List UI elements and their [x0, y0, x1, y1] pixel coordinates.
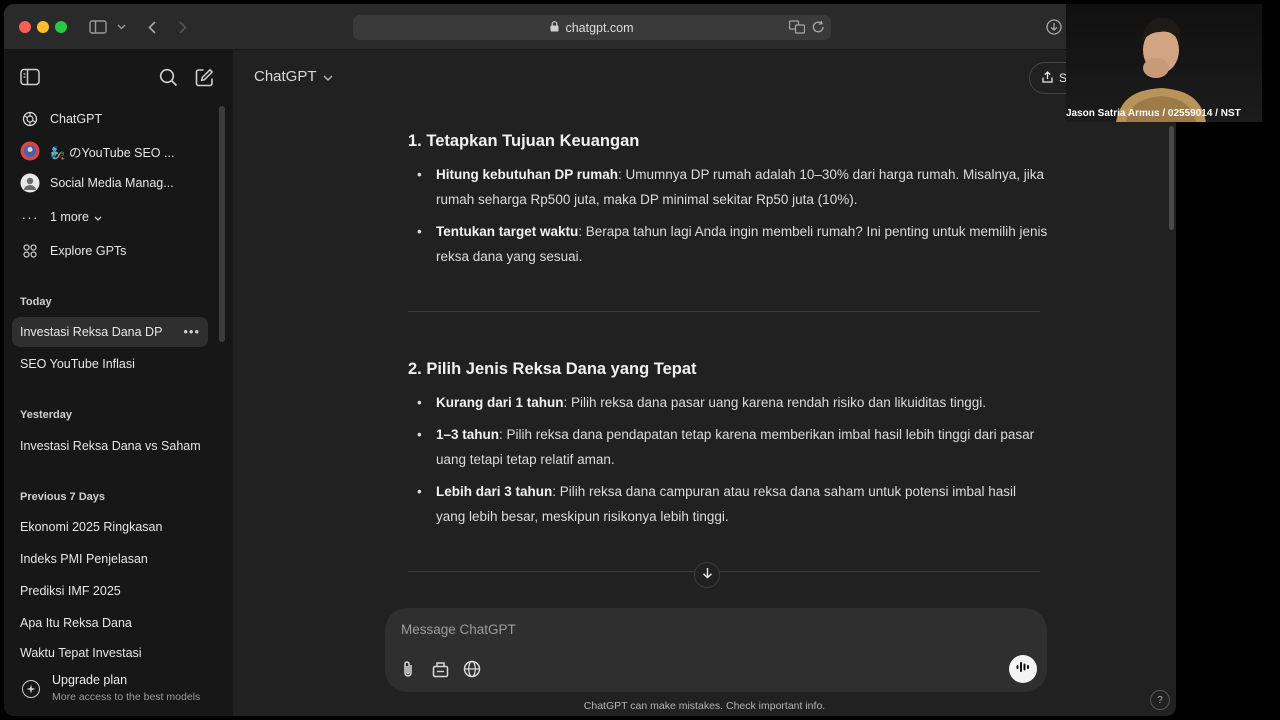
url-text: chatgpt.com: [565, 20, 634, 35]
sidebar-more-toggle[interactable]: ··· 1 more: [12, 202, 208, 232]
upgrade-plan-button[interactable]: Upgrade plan More access to the best mod…: [4, 664, 233, 716]
sidebar-scrollbar[interactable]: [219, 106, 225, 342]
chat-history-item[interactable]: Ekonomi 2025 Ringkasan: [12, 512, 208, 542]
chat-history-item[interactable]: Waktu Tepat Investasi: [12, 640, 208, 662]
browser-window: chatgpt.com ChatGPT 🧞 のYouTube SEO ... S…: [4, 4, 1176, 716]
gpt-avatar-icon: [20, 141, 40, 161]
message-input[interactable]: [401, 618, 961, 640]
voice-mode-button[interactable]: [1009, 655, 1037, 683]
list-item: Lebih dari 3 tahun: Pilih reksa dana cam…: [408, 479, 1048, 529]
upgrade-title: Upgrade plan: [52, 673, 128, 687]
webcam-person-image: [1116, 17, 1206, 122]
more-label: 1 more: [50, 210, 89, 224]
list-item: 1–3 tahun: Pilih reksa dana pendapatan t…: [408, 422, 1048, 472]
sidebar-item-social-media-manager[interactable]: Social Media Manag...: [12, 168, 208, 198]
list-item: Kurang dari 1 tahun: Pilih reksa dana pa…: [408, 390, 1048, 415]
bullet-bold: Kurang dari 1 tahun: [436, 395, 564, 410]
chat-title: Investasi Reksa Dana vs Saham: [20, 439, 201, 453]
close-window-button[interactable]: [19, 21, 31, 33]
grid-icon: [20, 241, 40, 261]
chat-title: Waktu Tepat Investasi: [20, 646, 142, 660]
model-selector[interactable]: ChatGPT: [254, 68, 333, 85]
chat-history-item[interactable]: SEO YouTube Inflasi: [12, 349, 208, 379]
bullet-bold: Hitung kebutuhan DP rumah: [436, 167, 619, 182]
sidebar-item-label: 🧞 のYouTube SEO ...: [50, 145, 175, 160]
section-heading: 2. Pilih Jenis Reksa Dana yang Tepat: [408, 360, 697, 378]
disclaimer-text: ChatGPT can make mistakes. Check importa…: [583, 700, 826, 712]
sidebar: ChatGPT 🧞 のYouTube SEO ... Social Media …: [4, 50, 233, 716]
chat-options-icon[interactable]: •••: [183, 324, 200, 339]
more-dots-icon: ···: [21, 209, 39, 225]
divider: [408, 311, 1040, 312]
model-name: ChatGPT: [254, 68, 317, 85]
sidebar-item-chatgpt[interactable]: ChatGPT: [12, 104, 208, 134]
chevron-down-icon: [94, 210, 102, 224]
chat-history-item[interactable]: Prediksi IMF 2025: [12, 576, 208, 606]
webcam-overlay: [1066, 4, 1262, 122]
sidebar-item-label: Social Media Manag...: [50, 176, 174, 190]
webcam-name-label: Jason Satria Armus / 02559014 / NST: [1066, 108, 1241, 119]
share-icon: [1042, 70, 1053, 86]
sparkle-icon: [22, 680, 40, 698]
zoom-window-button[interactable]: [55, 21, 67, 33]
sidebar-item-explore-gpts[interactable]: Explore GPTs: [12, 236, 208, 266]
globe-icon[interactable]: [461, 658, 483, 680]
conversation: 1. Tetapkan Tujuan Keuangan Hitung kebut…: [233, 50, 1176, 610]
chat-title: Indeks PMI Penjelasan: [20, 552, 148, 566]
bullet-bold: Tentukan target waktu: [436, 224, 579, 239]
list-item: Tentukan target waktu: Berapa tahun lagi…: [408, 219, 1048, 269]
upgrade-subtitle: More access to the best models: [52, 691, 201, 703]
chat-title: Ekonomi 2025 Ringkasan: [20, 520, 163, 534]
new-chat-icon[interactable]: [195, 68, 214, 92]
sidebar-item-youtube-seo-gpt[interactable]: 🧞 のYouTube SEO ...: [12, 136, 208, 166]
list-item: Hitung kebutuhan DP rumah: Umumnya DP ru…: [408, 162, 1048, 212]
downloads-icon[interactable]: [1044, 15, 1064, 39]
voice-wave-icon: [1016, 660, 1030, 678]
section-heading: 1. Tetapkan Tujuan Keuangan: [408, 132, 640, 150]
attach-icon[interactable]: [397, 658, 419, 680]
chevron-down-icon: [323, 68, 333, 85]
chat-title: Investasi Reksa Dana DP: [20, 325, 163, 339]
forward-icon[interactable]: [175, 15, 191, 39]
sidebar-item-label: ChatGPT: [50, 112, 103, 126]
chat-scrollbar[interactable]: [1169, 126, 1174, 230]
bullet-bold: Lebih dari 3 tahun: [436, 484, 553, 499]
reload-icon[interactable]: [812, 20, 825, 39]
translate-icon[interactable]: [788, 20, 806, 39]
close-sidebar-icon[interactable]: [20, 68, 40, 91]
chat-history-item[interactable]: Apa Itu Reksa Dana: [12, 608, 208, 638]
sidebar-toggle-icon[interactable]: [88, 15, 108, 39]
search-icon[interactable]: [159, 68, 178, 92]
divider: [408, 571, 1040, 572]
bullet-bold: 1–3 tahun: [436, 427, 500, 442]
section-heading-yesterday: Yesterday: [20, 409, 72, 421]
section-heading-today: Today: [20, 296, 52, 308]
address-bar[interactable]: chatgpt.com: [353, 15, 831, 40]
message-composer: [385, 608, 1047, 692]
chevron-down-icon[interactable]: [115, 15, 127, 39]
chat-history-item[interactable]: Indeks PMI Penjelasan: [12, 544, 208, 574]
chat-title: SEO YouTube Inflasi: [20, 357, 135, 371]
help-button[interactable]: ?: [1150, 690, 1170, 710]
chat-main: 1. Tetapkan Tujuan Keuangan Hitung kebut…: [233, 50, 1176, 716]
tools-icon[interactable]: [429, 658, 451, 680]
bullet-text: : Pilih reksa dana pasar uang karena ren…: [563, 395, 987, 410]
lock-icon: [550, 20, 559, 35]
scroll-to-bottom-button[interactable]: [694, 562, 720, 588]
openai-logo-icon: [20, 109, 40, 129]
chat-history-item[interactable]: Investasi Reksa Dana DP •••: [12, 317, 208, 347]
browser-toolbar: chatgpt.com: [4, 4, 1176, 50]
section-heading-previous-7-days: Previous 7 Days: [20, 491, 105, 503]
gpt-avatar-icon: [20, 173, 40, 193]
sidebar-item-label: Explore GPTs: [50, 244, 127, 258]
bullet-text: : Pilih reksa dana pendapatan tetap kare…: [436, 427, 1035, 467]
back-icon[interactable]: [144, 15, 160, 39]
chat-history-item[interactable]: Investasi Reksa Dana vs Saham: [12, 431, 208, 461]
chat-title: Apa Itu Reksa Dana: [20, 616, 132, 630]
minimize-window-button[interactable]: [37, 21, 49, 33]
arrow-down-icon: [702, 566, 713, 584]
chat-title: Prediksi IMF 2025: [20, 584, 121, 598]
